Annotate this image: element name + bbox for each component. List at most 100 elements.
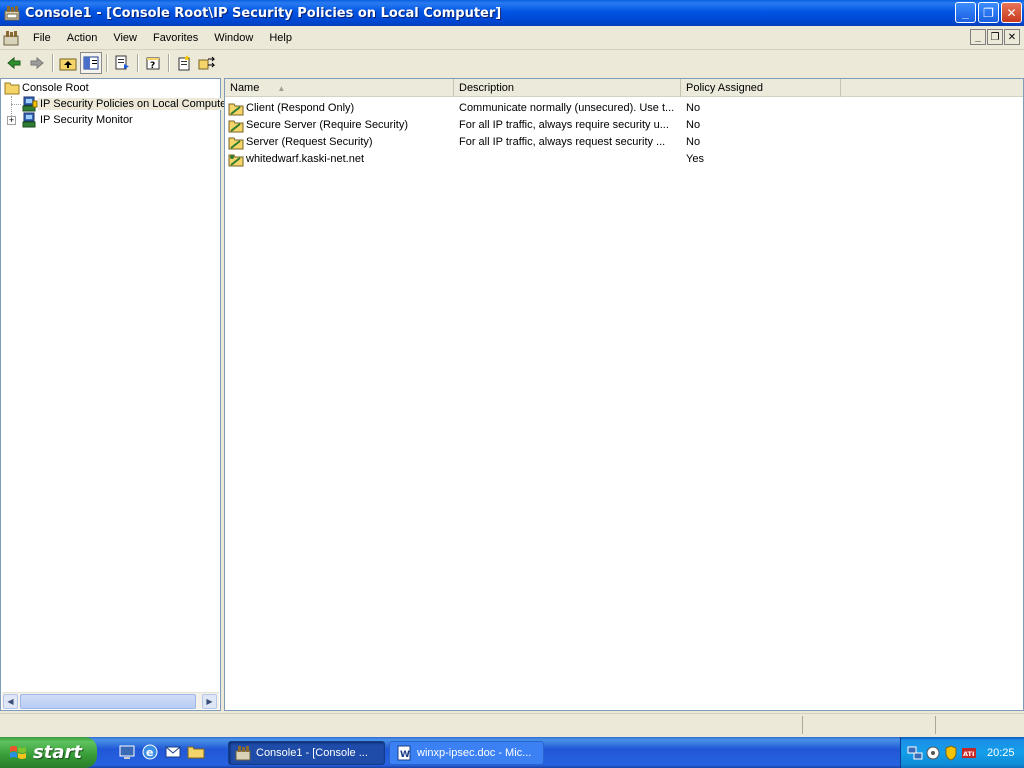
svg-text:e: e — [146, 746, 153, 759]
start-button[interactable]: start — [0, 737, 97, 768]
window-title: Console1 - [Console Root\IP Security Pol… — [25, 5, 502, 21]
menu-view[interactable]: View — [105, 28, 145, 48]
toolbar-separator — [137, 54, 139, 72]
windows-flag-icon — [10, 745, 26, 759]
svg-text:W: W — [400, 750, 410, 760]
row-description: For all IP traffic, always require secur… — [459, 119, 669, 131]
svg-text:?: ? — [150, 61, 155, 71]
maximize-button[interactable]: ❐ — [978, 2, 999, 23]
table-row[interactable]: Server (Request Security) For all IP tra… — [225, 134, 1023, 151]
status-panel — [802, 716, 935, 734]
ie-icon[interactable]: e — [141, 743, 159, 761]
table-row[interactable]: whitedwarf.kaski-net.net Yes — [225, 151, 1023, 168]
back-button[interactable] — [3, 52, 25, 74]
task-label: winxp-ipsec.doc - Mic... — [417, 747, 532, 759]
export-list-icon — [115, 55, 129, 70]
scroll-left-icon[interactable]: ◀ — [3, 694, 18, 709]
toolbar-separator — [52, 54, 54, 72]
row-policy-assigned: No — [686, 119, 701, 131]
export-list-button[interactable] — [111, 52, 133, 74]
system-tray: ATI 20:25 — [900, 737, 1024, 768]
console-menu-icon[interactable] — [3, 30, 19, 46]
tree-item-ip-security-policies[interactable]: IP Security Policies on Local Compute — [22, 96, 229, 112]
explorer-icon[interactable] — [187, 743, 205, 761]
child-restore-button[interactable]: ❐ — [987, 29, 1003, 45]
console-tree-pane[interactable]: Console Root IP Security Policies on Loc… — [0, 78, 229, 711]
mmc-app-icon — [235, 746, 251, 761]
row-description — [459, 151, 676, 168]
menu-bar: File Action View Favorites Window Help _… — [0, 26, 1024, 50]
row-description: Communicate normally (unsecured). Use t.… — [459, 102, 675, 114]
manage-filters-button[interactable] — [196, 52, 218, 74]
row-name: Server (Request Security) — [246, 136, 373, 148]
table-row[interactable]: Secure Server (Require Security) For all… — [225, 117, 1023, 134]
manage-filters-icon — [198, 56, 216, 70]
tree-expander-plus[interactable]: + — [7, 116, 16, 125]
taskbar-item-winxp-ipsec-doc[interactable]: W winxp-ipsec.doc - Mic... — [389, 741, 544, 765]
row-name: whitedwarf.kaski-net.net — [246, 153, 364, 165]
row-policy-assigned: No — [686, 136, 701, 148]
help-button[interactable]: ? — [142, 52, 164, 74]
sort-ascending-icon: ▲ — [277, 84, 286, 93]
forward-button[interactable] — [26, 52, 48, 74]
column-header-row: Name ▲ Description Policy Assigned — [225, 79, 1023, 97]
results-list-pane[interactable]: Name ▲ Description Policy Assigned Client… — [224, 78, 1024, 711]
column-header-description[interactable]: Description — [454, 79, 681, 97]
tree-item-label: IP Security Policies on Local Compute — [38, 98, 229, 110]
menu-help[interactable]: Help — [261, 28, 300, 48]
up-level-button[interactable] — [57, 52, 79, 74]
child-minimize-button[interactable]: _ — [970, 29, 986, 45]
ati-icon[interactable]: ATI — [961, 745, 977, 761]
title-bar[interactable]: Console1 - [Console Root\IP Security Pol… — [0, 0, 1024, 26]
close-button[interactable]: ✕ — [1001, 2, 1022, 23]
scroll-right-icon[interactable]: ▶ — [202, 694, 217, 709]
ipsec-policies-icon — [22, 96, 38, 112]
svg-text:ATI: ATI — [963, 750, 974, 758]
desktop-icon[interactable] — [118, 743, 136, 761]
row-name: Secure Server (Require Security) — [246, 119, 409, 131]
network-icon[interactable] — [907, 745, 923, 761]
mmc-app-icon[interactable] — [4, 5, 20, 21]
show-hide-tree-button[interactable] — [80, 52, 102, 74]
toolbar-separator — [106, 54, 108, 72]
security-icon[interactable] — [943, 744, 959, 761]
outlook-icon[interactable] — [164, 743, 182, 761]
child-close-button[interactable]: ✕ — [1004, 29, 1020, 45]
column-label: Name — [230, 82, 260, 94]
column-label: Description — [459, 82, 515, 94]
row-policy-assigned: No — [686, 102, 701, 114]
menu-action[interactable]: Action — [59, 28, 106, 48]
taskbar-item-console1[interactable]: Console1 - [Console ... — [228, 741, 385, 765]
help-icon: ? — [146, 57, 160, 71]
column-label: Policy Assigned — [686, 82, 764, 94]
menu-file[interactable]: File — [25, 28, 59, 48]
row-policy-assigned: Yes — [686, 153, 704, 165]
menu-window[interactable]: Window — [206, 28, 261, 48]
scrollbar-thumb[interactable] — [20, 694, 196, 709]
row-description: For all IP traffic, always request secur… — [459, 136, 666, 148]
tree-item-label: Console Root — [22, 82, 89, 94]
create-policy-button[interactable] — [173, 52, 195, 74]
table-row[interactable]: Client (Respond Only) Communicate normal… — [225, 100, 1023, 117]
tree-item-ip-security-monitor[interactable]: IP Security Monitor — [22, 112, 135, 128]
row-name: Client (Respond Only) — [246, 102, 355, 114]
column-header-policy-assigned[interactable]: Policy Assigned — [681, 79, 841, 97]
policy-assigned-icon — [228, 154, 244, 166]
tree-horizontal-scrollbar[interactable]: ◀ ▶ — [2, 692, 219, 709]
minimize-button[interactable]: _ — [955, 2, 976, 23]
tree-connector — [11, 96, 12, 116]
clock[interactable]: 20:25 — [987, 747, 1015, 759]
back-icon — [7, 56, 21, 70]
tree-item-console-root[interactable]: Console Root — [4, 80, 91, 96]
toolbar: ? — [0, 50, 1024, 76]
volume-icon[interactable] — [925, 745, 941, 761]
up-level-icon — [59, 58, 77, 71]
menu-favorites[interactable]: Favorites — [145, 28, 206, 48]
tree-connector — [11, 104, 21, 105]
column-header-name[interactable]: Name ▲ — [225, 79, 454, 97]
policy-icon — [228, 103, 244, 115]
start-label: start — [33, 742, 82, 763]
ipsec-monitor-icon — [22, 112, 36, 128]
toolbar-separator — [168, 54, 170, 72]
taskbar: start e Console1 - [Console ... W winxp-… — [0, 737, 1024, 768]
